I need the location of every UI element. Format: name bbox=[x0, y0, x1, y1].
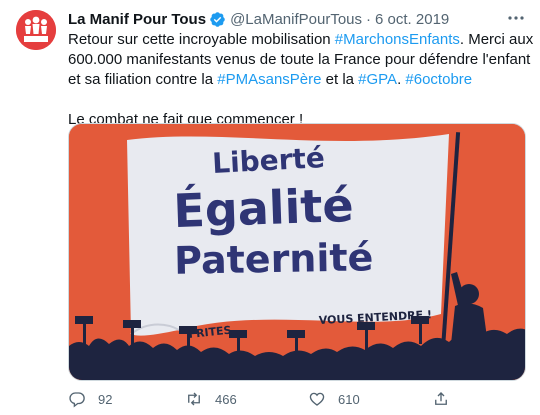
reply-count: 92 bbox=[98, 391, 113, 407]
share-button[interactable] bbox=[432, 390, 450, 408]
verified-badge-icon bbox=[210, 11, 225, 27]
text-segment: et la bbox=[321, 71, 359, 88]
hashtag-link[interactable]: #PMAsansPère bbox=[217, 71, 321, 88]
avatar-logo-icon bbox=[16, 10, 56, 50]
hashtag-link[interactable]: #6octobre bbox=[405, 71, 472, 88]
more-options-icon[interactable] bbox=[506, 8, 526, 28]
flag-line-egalite: Égalité bbox=[172, 178, 354, 238]
tweet-image[interactable]: Liberté Égalité Paternité FRITES VOUS EN… bbox=[68, 123, 526, 381]
tweet-text: Retour sur cette incroyable mobilisation… bbox=[68, 30, 534, 130]
reply-icon bbox=[69, 392, 85, 408]
retweet-count: 466 bbox=[215, 391, 237, 407]
hashtag-link[interactable]: #MarchonsEnfants bbox=[335, 31, 460, 48]
protest-flag-illustration: Liberté Égalité Paternité FRITES VOUS EN… bbox=[69, 124, 525, 380]
tweet-header: La Manif Pour Tous @LaManifPourTous · 6 … bbox=[68, 9, 530, 29]
avatar[interactable] bbox=[16, 10, 56, 50]
author-handle[interactable]: @LaManifPourTous bbox=[230, 11, 362, 28]
like-count: 610 bbox=[338, 391, 360, 407]
flag-line-liberte: Liberté bbox=[211, 141, 325, 180]
tweet-actions: 92 466 610 bbox=[68, 388, 518, 410]
text-segment: Retour sur cette incroyable mobilisation bbox=[68, 31, 335, 48]
tweet[interactable]: La Manif Pour Tous @LaManifPourTous · 6 … bbox=[0, 0, 540, 415]
tweet-paragraph-1: Retour sur cette incroyable mobilisation… bbox=[68, 30, 534, 90]
share-icon bbox=[435, 392, 447, 405]
like-button[interactable]: 610 bbox=[308, 390, 360, 408]
flag-line-paternite: Paternité bbox=[174, 235, 374, 282]
retweet-button[interactable]: 466 bbox=[185, 390, 237, 408]
retweet-icon bbox=[188, 392, 200, 406]
author-name[interactable]: La Manif Pour Tous bbox=[68, 11, 206, 28]
hashtag-link[interactable]: #GPA bbox=[358, 71, 397, 88]
tweet-date[interactable]: 6 oct. 2019 bbox=[375, 11, 449, 28]
like-icon bbox=[309, 392, 325, 406]
reply-button[interactable]: 92 bbox=[68, 390, 112, 408]
header-separator: · bbox=[366, 10, 372, 28]
